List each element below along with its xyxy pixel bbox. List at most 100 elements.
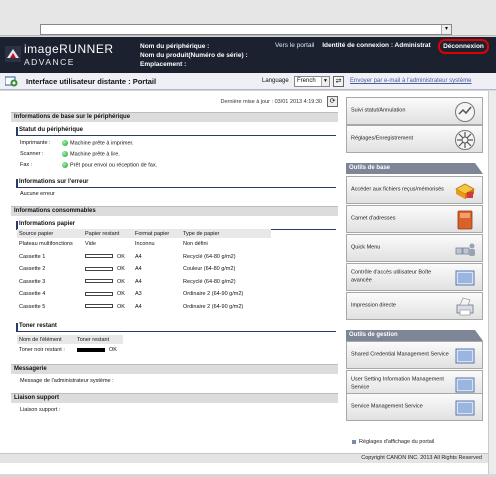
support-label: Liaison support : [20, 407, 61, 413]
paper-remaining-cell: OK [83, 288, 133, 301]
paper-remaining-cell: OK [83, 263, 133, 276]
right-panel: Suivi statut/Annulation Réglages/Enregis… [346, 91, 483, 474]
status-row-scanner: Scanner : Machine prête à lire. [20, 151, 120, 157]
credential-service-card[interactable]: Shared Credential Management Service [346, 341, 483, 369]
service-icon [455, 348, 475, 364]
language-apply-icon[interactable]: ⇄ [333, 76, 344, 87]
paper-level-bar [85, 291, 113, 296]
paper-source: Plateau multifonctions [19, 241, 73, 248]
paper-type: Ordinaire 2 (64-90 g/m2) [183, 291, 244, 298]
product-logo-subtext: ADVANCE [24, 57, 75, 67]
browser-toolbar: ▾ [0, 0, 496, 36]
paper-remaining-cell: OK [83, 276, 133, 289]
paper-format: A4 [135, 303, 142, 310]
paper-level-bar [85, 304, 113, 309]
status-row-fax: Fax : Prêt pour envoi ou réception de fax… [20, 162, 157, 168]
paper-level-bar [85, 254, 113, 259]
portal-link[interactable]: Vers le portail [275, 42, 314, 49]
status-label: Scanner : [20, 151, 44, 158]
toner-header: Toner restant [16, 322, 336, 332]
canon-logo-icon [5, 46, 21, 62]
support-header: Liaison support [11, 393, 338, 403]
paper-remaining: OK [117, 266, 125, 273]
paper-type: Non défini [183, 241, 208, 248]
card-label: Contrôle d'accès utilisateur Boîte avanc… [351, 269, 432, 284]
paper-source: Cassette 2 [19, 266, 46, 273]
paper-remaining: OK [117, 253, 125, 260]
direct-print-icon [456, 297, 474, 316]
table-row: Cassette 1 OK A4 Recyclé (64-80 g/m2) [17, 251, 271, 264]
paper-source: Cassette 5 [19, 303, 46, 310]
access-control-icon [455, 270, 475, 286]
language-label: Language [262, 78, 289, 84]
folder-icon [455, 183, 475, 199]
quick-menu-icon [455, 243, 475, 256]
address-dropdown-icon[interactable]: ▾ [441, 25, 451, 34]
toner-table-header: Nom de l'élément Toner restant [17, 335, 123, 344]
service-management-card[interactable]: Service Management Service [346, 393, 483, 421]
bullet-icon [352, 439, 356, 444]
paper-remaining-cell: OK [83, 251, 133, 264]
status-value: Machine prête à lire. [70, 151, 120, 158]
stored-files-card[interactable]: Accéder aux fichiers reçus/mémorisés [346, 176, 483, 204]
settings-icon [455, 130, 475, 150]
basic-tools-header: Outils de base [346, 163, 483, 174]
paper-remaining: OK [117, 278, 125, 285]
card-label: Impression directe [351, 302, 396, 309]
logout-button[interactable]: Déconnexion [438, 39, 489, 54]
paper-format: A4 [135, 266, 142, 273]
status-ok-icon [62, 162, 68, 168]
paper-col-type: Type de papier [181, 229, 271, 238]
paper-col-format: Format papier [133, 229, 181, 238]
paper-format: A4 [135, 253, 142, 260]
device-name-label: Nom du périphérique : [140, 43, 210, 50]
direct-print-card[interactable]: Impression directe [346, 292, 483, 320]
paper-source: Cassette 1 [19, 253, 46, 260]
error-info-header: Informations sur l'erreur [16, 178, 336, 188]
status-ok-icon [62, 140, 68, 146]
toner-col-remaining: Toner restant [75, 335, 123, 344]
status-monitor-icon [455, 102, 475, 122]
portal-settings-link[interactable]: Réglages d'affichage du portail [352, 439, 434, 445]
address-bar[interactable]: ▾ [40, 24, 452, 35]
scrollbar[interactable] [488, 91, 496, 474]
access-control-card[interactable]: Contrôle d'accès utilisateur Boîte avanc… [346, 263, 483, 291]
table-row: Toner noir restant : OK [17, 344, 123, 356]
table-row: Cassette 2 OK A4 Couleur (64-80 g/m2) [17, 263, 271, 276]
login-id: Identité de connexion : Administrat [322, 42, 431, 49]
portal-bar: Interface utilisateur distante : Portail… [0, 73, 496, 90]
quick-menu-card[interactable]: Quick Menu [346, 234, 483, 262]
paper-format: A3 [135, 291, 142, 298]
product-logo-text: imageRUNNER [24, 42, 114, 56]
address-book-icon [457, 210, 473, 230]
settings-card[interactable]: Réglages/Enregistrement [346, 125, 483, 153]
card-label: Réglages/Enregistrement [351, 135, 414, 142]
mgmt-tools-header: Outils de gestion [346, 330, 483, 341]
paper-remaining: Vide [85, 241, 96, 248]
paper-col-source: Source papier [17, 229, 83, 238]
card-label: Suivi statut/Annulation [351, 107, 406, 114]
messaging-header: Messagerie [11, 364, 338, 374]
paper-source: Cassette 4 [19, 291, 46, 298]
toner-col-name: Nom de l'élément [17, 335, 75, 344]
paper-type: Couleur (64-80 g/m2) [183, 266, 236, 273]
language-select[interactable]: French ▼ [294, 76, 330, 87]
toner-remaining-cell: OK [75, 344, 123, 356]
paper-remaining: OK [117, 291, 125, 298]
admin-message-label: Message de l'administrateur système : [20, 378, 114, 384]
status-ok-icon [62, 151, 68, 157]
status-value: Machine prête à imprimer. [70, 140, 134, 147]
paper-level-bar [85, 266, 113, 271]
address-book-card[interactable]: Carnet d'adresses [346, 205, 483, 233]
paper-remaining-cell: OK [83, 301, 133, 314]
paper-source: Cassette 3 [19, 278, 46, 285]
status-label: Fax : [20, 162, 33, 169]
device-info: Nom du périphérique : Nom du produit(Num… [140, 42, 248, 69]
refresh-icon[interactable]: ⟳ [327, 96, 338, 107]
portal-icon [5, 76, 18, 87]
language-value: French [297, 78, 316, 84]
status-monitor-card[interactable]: Suivi statut/Annulation [346, 97, 483, 125]
paper-level-bar [85, 279, 113, 284]
paper-format: A4 [135, 278, 142, 285]
mail-admin-link[interactable]: Envoyer par e-mail à l'administrateur sy… [350, 78, 472, 84]
